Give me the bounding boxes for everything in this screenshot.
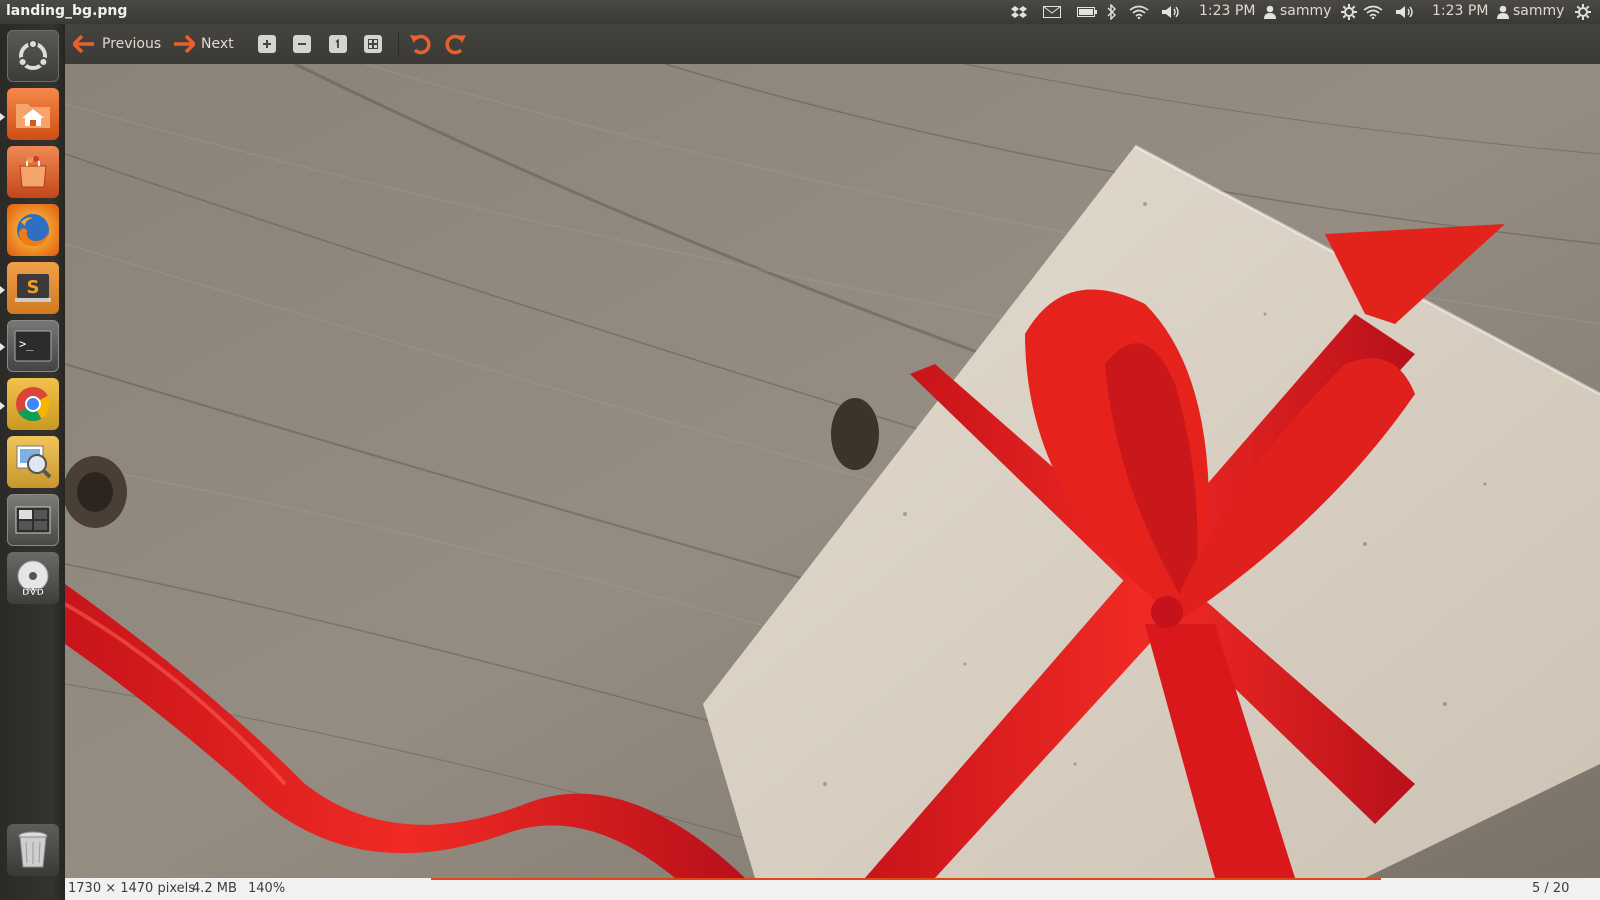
arrow-right-icon xyxy=(174,35,195,53)
zoom-in-icon xyxy=(258,35,276,53)
firefox-icon xyxy=(17,214,49,246)
status-bar: 1730 × 1470 pixels 4.2 MB 140% 5 / 20 xyxy=(65,878,1600,900)
next-label: Next xyxy=(201,36,234,52)
trash-icon xyxy=(18,831,48,868)
sublime-text-button[interactable]: S xyxy=(7,262,59,314)
launcher: S >_ DVD xyxy=(0,24,66,900)
user-icon xyxy=(1264,3,1276,21)
clock-1[interactable]: 1:23 PM xyxy=(1199,3,1255,19)
zoom-level: 140% xyxy=(248,881,286,896)
mail-icon[interactable] xyxy=(1042,3,1062,21)
terminal-icon: >_ xyxy=(14,330,52,362)
normal-size-icon xyxy=(329,35,347,53)
workspace-switcher-icon xyxy=(15,506,51,534)
zoom-out-icon xyxy=(293,35,311,53)
shopping-bag-icon xyxy=(19,156,47,188)
image-position: 5 / 20 xyxy=(1532,881,1570,896)
svg-text:DVD: DVD xyxy=(22,588,44,598)
chrome-icon xyxy=(16,387,50,421)
normal-size-button[interactable] xyxy=(329,30,347,58)
bluetooth-icon[interactable] xyxy=(1106,3,1118,21)
previous-label: Previous xyxy=(102,36,162,52)
volume-icon[interactable] xyxy=(1394,3,1416,21)
firefox-button[interactable] xyxy=(7,204,59,256)
trash-button[interactable] xyxy=(7,824,59,876)
window-title: landing_bg.png xyxy=(6,3,128,19)
file-size: 4.2 MB xyxy=(192,881,237,896)
clock-2[interactable]: 1:23 PM xyxy=(1432,3,1488,19)
gear-icon[interactable] xyxy=(1574,3,1592,21)
wifi-icon[interactable] xyxy=(1128,3,1150,21)
previous-button[interactable]: Previous xyxy=(73,30,161,58)
svg-text:S: S xyxy=(27,277,40,298)
sublime-text-icon: S xyxy=(15,274,51,302)
zoom-out-button[interactable] xyxy=(293,30,311,58)
dvd-button[interactable]: DVD xyxy=(7,552,59,604)
user-name-2[interactable]: sammy xyxy=(1513,3,1564,19)
svg-text:>_: >_ xyxy=(19,337,34,351)
home-folder-button[interactable] xyxy=(7,88,59,140)
battery-icon[interactable] xyxy=(1077,3,1097,21)
rotate-right-button[interactable] xyxy=(445,30,467,58)
arrow-left-icon xyxy=(73,35,94,53)
best-fit-icon xyxy=(364,35,382,53)
progress-highlight xyxy=(431,878,1381,880)
toolbar: Previous Next xyxy=(65,24,1600,65)
next-button[interactable]: Next xyxy=(173,30,234,58)
gift-photo xyxy=(65,64,1600,878)
workspace-switcher-button[interactable] xyxy=(7,494,59,546)
rotate-left-button[interactable] xyxy=(409,30,431,58)
home-folder-icon xyxy=(16,104,50,128)
top-panel: landing_bg.png 1:23 PM sammy 1:23 PM sam… xyxy=(0,0,1600,24)
volume-icon[interactable] xyxy=(1160,3,1182,21)
image-canvas[interactable] xyxy=(65,64,1600,878)
dvd-icon: DVD xyxy=(17,560,49,598)
image-viewer-button[interactable] xyxy=(7,436,59,488)
image-dimensions: 1730 × 1470 pixels xyxy=(68,881,195,896)
zoom-in-button[interactable] xyxy=(258,30,276,58)
user-icon xyxy=(1497,3,1509,21)
rotate-left-icon xyxy=(410,34,431,55)
software-center-button[interactable] xyxy=(7,146,59,198)
chrome-button[interactable] xyxy=(7,378,59,430)
terminal-button[interactable]: >_ xyxy=(7,320,59,372)
dropbox-icon[interactable] xyxy=(1010,3,1028,21)
rotate-right-icon xyxy=(445,34,466,55)
user-name-1[interactable]: sammy xyxy=(1280,3,1331,19)
ubuntu-logo-icon xyxy=(17,39,49,70)
dash-home-button[interactable] xyxy=(7,30,59,82)
image-viewer-icon xyxy=(16,445,52,479)
best-fit-button[interactable] xyxy=(364,30,382,58)
wifi-icon[interactable] xyxy=(1362,3,1384,21)
gear-icon[interactable] xyxy=(1340,3,1358,21)
